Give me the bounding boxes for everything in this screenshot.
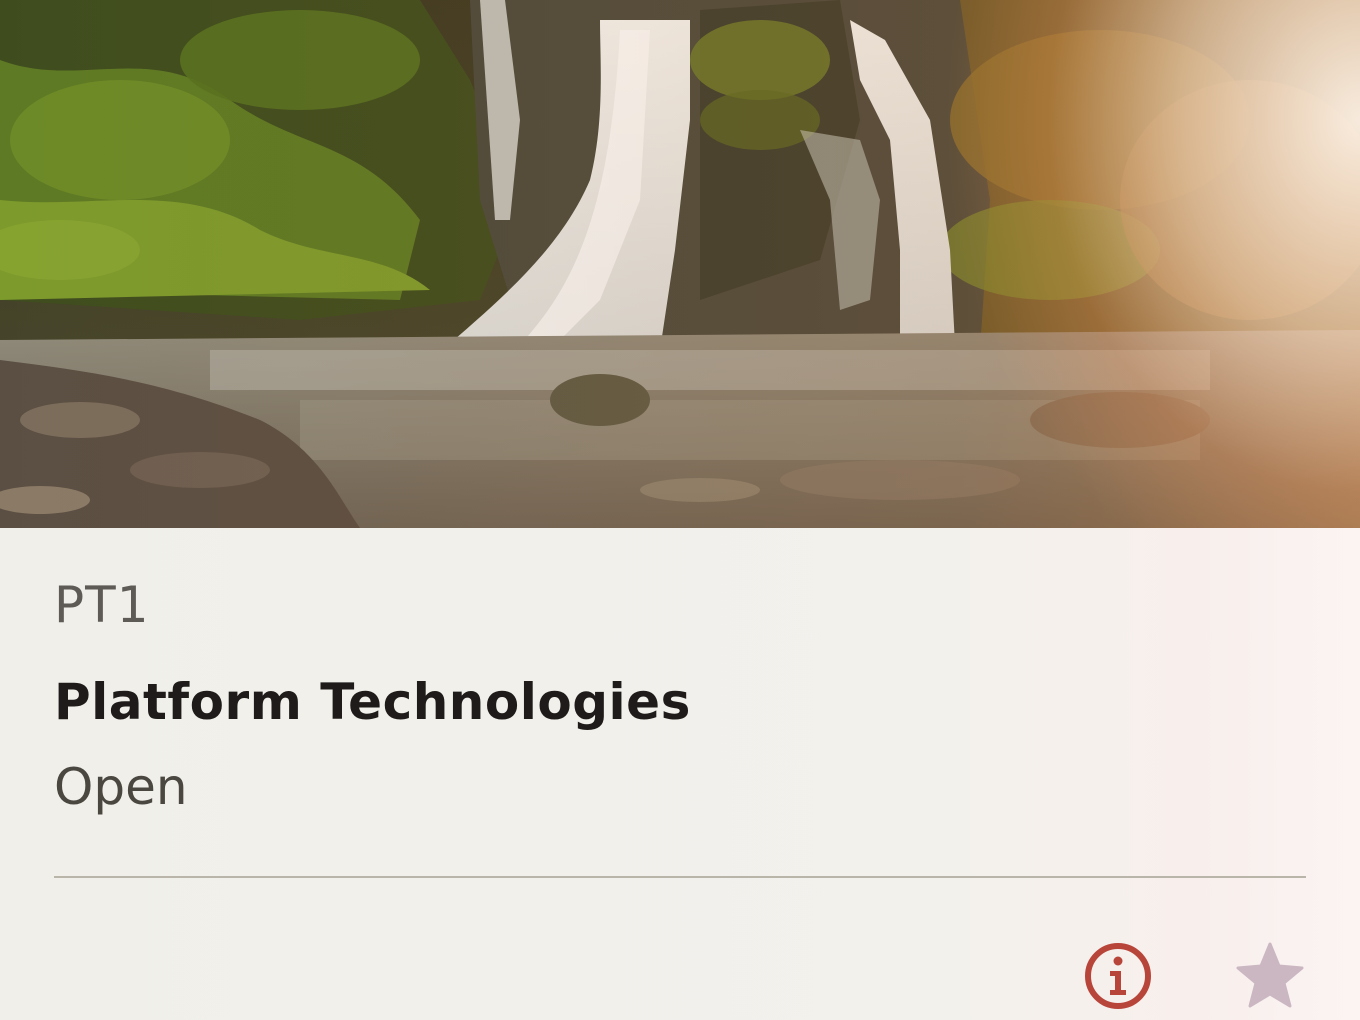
course-title[interactable]: Platform Technologies (54, 673, 691, 731)
course-card[interactable]: PT1 Platform Technologies Open (0, 0, 1360, 1020)
info-button[interactable] (1082, 940, 1154, 1012)
course-image (0, 0, 1360, 528)
card-body: PT1 Platform Technologies Open (0, 528, 1360, 1020)
card-divider (54, 876, 1306, 878)
course-code: PT1 (54, 576, 150, 634)
card-actions (1082, 940, 1312, 1014)
waterfall-image (0, 0, 1360, 528)
info-icon (1085, 943, 1151, 1009)
favorite-button[interactable] (1234, 940, 1306, 1012)
course-status: Open (54, 758, 188, 816)
star-icon (1236, 942, 1304, 1008)
